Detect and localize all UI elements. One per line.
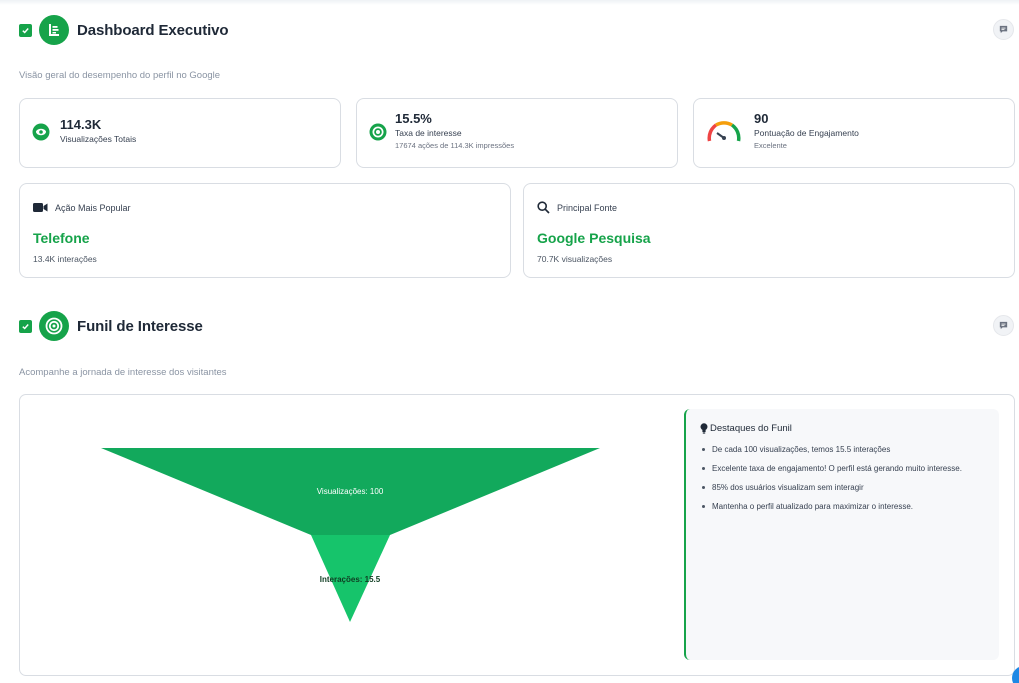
highlights-list: De cada 100 visualizações, temos 15.5 in… (700, 444, 985, 512)
target-badge (369, 123, 387, 146)
views-card: 114.3K Visualizações Totais (19, 98, 341, 168)
top-shadow (0, 0, 1019, 5)
engagement-card: 90 Pontuação de Engajamento Excelente (693, 98, 1015, 168)
highlight-item: 85% dos usuários visualizam sem interagi… (700, 482, 985, 493)
engagement-sub: Excelente (754, 141, 787, 150)
funnel-label-views: Visualizações: 100 (317, 487, 384, 496)
check-icon (22, 27, 29, 34)
funnel-title: Funil de Interesse (77, 317, 203, 335)
dashboard-badge (39, 15, 69, 45)
bar-chart-icon (49, 24, 59, 36)
gauge-icon (707, 121, 741, 142)
dashboard-section-checkbox[interactable] (19, 23, 32, 37)
funnel-comment-button[interactable] (993, 315, 1014, 336)
views-label: Visualizações Totais (60, 134, 137, 144)
interest-sub: 17674 ações de 114.3K impressões (395, 141, 515, 150)
dashboard-section-header: Dashboard Executivo (19, 15, 1014, 45)
highlight-item: Excelente taxa de engajamento! O perfil … (700, 463, 985, 474)
funnel-label-interactions: Interações: 15.5 (320, 575, 381, 584)
engagement-label: Pontuação de Engajamento (754, 128, 859, 138)
funnel-section-header: Funil de Interesse (19, 311, 1014, 341)
popular-action-label: Ação Mais Popular (55, 202, 131, 213)
comment-icon (999, 25, 1008, 34)
video-camera-icon (33, 203, 48, 212)
views-value: 114.3K (60, 117, 102, 132)
funnel-section-checkbox[interactable] (19, 319, 32, 333)
popular-action-value: Telefone (33, 230, 90, 246)
search-icon (537, 201, 550, 214)
popular-action-card: Ação Mais Popular Telefone 13.4K interaç… (19, 183, 511, 278)
target-icon (45, 317, 63, 335)
highlight-item: Mantenha o perfil atualizado para maximi… (700, 501, 985, 512)
lightbulb-icon (700, 423, 708, 434)
highlight-item: De cada 100 visualizações, temos 15.5 in… (700, 444, 985, 455)
interest-card: 15.5% Taxa de interesse 17674 ações de 1… (356, 98, 678, 168)
top-source-sub: 70.7K visualizações (537, 254, 613, 264)
interest-label: Taxa de interesse (395, 128, 462, 138)
top-source-card: Principal Fonte Google Pesquisa 70.7K vi… (523, 183, 1015, 278)
engagement-value: 90 (754, 111, 769, 126)
dashboard-title: Dashboard Executivo (77, 21, 229, 39)
funnel-badge (39, 311, 69, 341)
top-source-value: Google Pesquisa (537, 230, 651, 246)
highlights-title: Destaques do Funil (710, 423, 792, 434)
target-icon (369, 123, 387, 141)
funnel-chart: Visualizações: 100 Interações: 15.5 (101, 448, 600, 622)
check-icon (22, 323, 29, 330)
eye-badge (32, 123, 50, 146)
popular-action-sub: 13.4K interações (33, 254, 97, 264)
eye-icon (32, 123, 50, 141)
engagement-gauge (704, 113, 744, 152)
dashboard-subtitle: Visão geral do desempenho do perfil no G… (19, 70, 221, 81)
interest-value: 15.5% (395, 111, 432, 126)
comment-icon (999, 321, 1008, 330)
top-source-label: Principal Fonte (557, 202, 618, 213)
funnel-highlights: Destaques do Funil De cada 100 visualiza… (684, 409, 999, 660)
dashboard-comment-button[interactable] (993, 19, 1014, 40)
funnel-subtitle: Acompanhe a jornada de interesse dos vis… (19, 367, 227, 378)
